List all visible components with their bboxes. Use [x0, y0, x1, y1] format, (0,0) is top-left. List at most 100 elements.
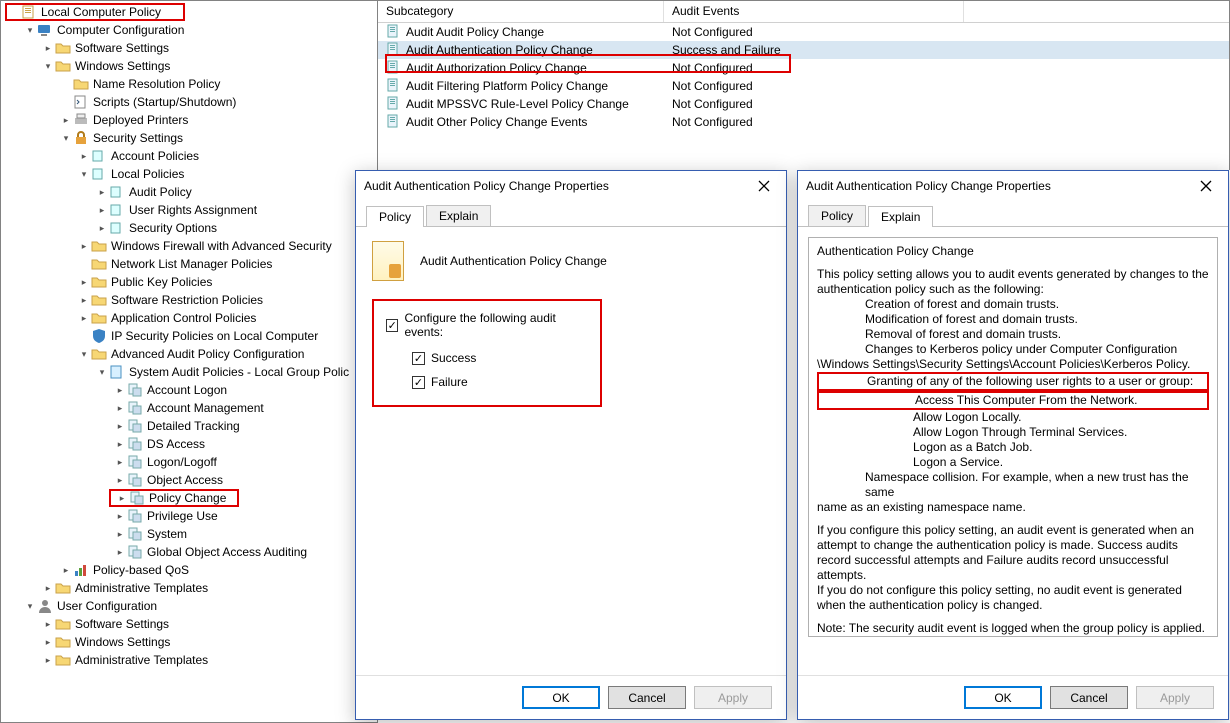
- tree-item-privilege-use[interactable]: ▸Privilege Use: [113, 507, 377, 525]
- tree-toggle[interactable]: ▾: [77, 167, 91, 181]
- close-button[interactable]: [750, 175, 778, 197]
- tab-policy[interactable]: Policy: [366, 206, 424, 227]
- column-header-subcategory[interactable]: Subcategory: [378, 1, 664, 22]
- tree-item-admin-templates[interactable]: ▸Administrative Templates: [41, 579, 377, 597]
- list-row[interactable]: Audit MPSSVC Rule-Level Policy ChangeNot…: [378, 95, 1229, 113]
- tree-item-pubkey[interactable]: ▸Public Key Policies: [77, 273, 377, 291]
- tree-toggle[interactable]: ▸: [77, 293, 91, 307]
- tree-item-sap[interactable]: ▾System Audit Policies - Local Group Pol…: [95, 363, 377, 381]
- tree-item-label: Security Options: [129, 221, 217, 235]
- tree-toggle[interactable]: ▸: [59, 113, 73, 127]
- tree-toggle[interactable]: ▸: [113, 401, 127, 415]
- tab-explain[interactable]: Explain: [868, 206, 933, 227]
- tree-item-security-settings[interactable]: ▾Security Settings: [59, 129, 377, 147]
- tree-item-ipsec[interactable]: ▸IP Security Policies on Local Computer: [77, 327, 377, 345]
- tree-item-policy-change[interactable]: ▸Policy Change: [109, 489, 239, 507]
- tree-item-u-software[interactable]: ▸Software Settings: [41, 615, 377, 633]
- explain-textbox[interactable]: Authentication Policy Change This policy…: [808, 237, 1218, 637]
- tree-item-software-settings[interactable]: ▸Software Settings: [41, 39, 377, 57]
- tree-item-user-configuration[interactable]: ▾User Configuration: [23, 597, 377, 615]
- tree-item-object-access[interactable]: ▸ Object Access: [113, 471, 377, 489]
- tree-item-account-policies[interactable]: ▸Account Policies: [77, 147, 377, 165]
- list-row[interactable]: Audit Other Policy Change EventsNot Conf…: [378, 113, 1229, 131]
- checkbox-configure-events[interactable]: ✓ Configure the following audit events:: [386, 311, 588, 339]
- tree-toggle[interactable]: ▸: [113, 455, 127, 469]
- tree-toggle[interactable]: ▾: [59, 131, 73, 145]
- tree-toggle[interactable]: ▸: [115, 491, 129, 505]
- tree-toggle[interactable]: ▸: [95, 221, 109, 235]
- explain-b1: Creation of forest and domain trusts.: [817, 297, 1209, 312]
- tree-toggle[interactable]: ▸: [113, 473, 127, 487]
- list-row[interactable]: Audit Audit Policy ChangeNot Configured: [378, 23, 1229, 41]
- tree-toggle[interactable]: ▸: [95, 185, 109, 199]
- tree-item-account-logon[interactable]: ▸Account Logon: [113, 381, 377, 399]
- tree-toggle[interactable]: ▸: [41, 617, 55, 631]
- tree-item-ds-access[interactable]: ▸DS Access: [113, 435, 377, 453]
- tree-item-logon-logoff[interactable]: ▸Logon/Logoff: [113, 453, 377, 471]
- tree-item-label: Scripts (Startup/Shutdown): [93, 95, 236, 109]
- tree-toggle[interactable]: ▸: [77, 239, 91, 253]
- tree-toggle[interactable]: ▸: [41, 581, 55, 595]
- tree-item-scripts[interactable]: ▸Scripts (Startup/Shutdown): [59, 93, 377, 111]
- tree-toggle[interactable]: ▸: [41, 635, 55, 649]
- tree-item-adv-audit[interactable]: ▾Advanced Audit Policy Configuration: [77, 345, 377, 363]
- column-header-audit-events[interactable]: Audit Events: [664, 1, 964, 22]
- tree-toggle[interactable]: ▾: [23, 23, 37, 37]
- tree-item-srp[interactable]: ▸Software Restriction Policies: [77, 291, 377, 309]
- tree-toggle[interactable]: ▸: [77, 275, 91, 289]
- dialog-body: Authentication Policy Change This policy…: [798, 227, 1228, 675]
- ok-button[interactable]: OK: [964, 686, 1042, 709]
- checkbox-success[interactable]: ✓ Success: [412, 351, 588, 365]
- tree-toggle[interactable]: ▸: [113, 419, 127, 433]
- checkbox-failure[interactable]: ✓ Failure: [412, 375, 588, 389]
- tree-toggle[interactable]: ▸: [77, 311, 91, 325]
- ok-button[interactable]: OK: [522, 686, 600, 709]
- tree-item-firewall[interactable]: ▸Windows Firewall with Advanced Security: [77, 237, 377, 255]
- tree-item-u-admin[interactable]: ▸Administrative Templates: [41, 651, 377, 669]
- tree-item-computer-configuration[interactable]: ▾ Computer Configuration: [23, 21, 377, 39]
- tree-toggle[interactable]: ▸: [77, 149, 91, 163]
- tree-item-label: Object Access: [147, 473, 223, 487]
- tree-toggle[interactable]: ▾: [23, 599, 37, 613]
- tree-item-local-computer-policy[interactable]: ▸ Local Computer Policy: [5, 3, 185, 21]
- list-row[interactable]: Audit Filtering Platform Policy ChangeNo…: [378, 77, 1229, 95]
- tree-item-local-policies[interactable]: ▾Local Policies: [77, 165, 377, 183]
- tree-toggle[interactable]: ▸: [41, 41, 55, 55]
- close-button[interactable]: [1192, 175, 1220, 197]
- tree-toggle[interactable]: ▸: [113, 383, 127, 397]
- tree-toggle[interactable]: ▸: [59, 563, 73, 577]
- tree-item-u-windows[interactable]: ▸Windows Settings: [41, 633, 377, 651]
- tree-toggle[interactable]: ▸: [113, 509, 127, 523]
- list-cell-name: Audit Authentication Policy Change: [406, 43, 593, 57]
- cancel-button[interactable]: Cancel: [608, 686, 686, 709]
- tree-item-windows-settings[interactable]: ▾Windows Settings: [41, 57, 377, 75]
- tree-item-system[interactable]: ▸System: [113, 525, 377, 543]
- tab-explain[interactable]: Explain: [426, 205, 491, 226]
- tree-item-name-resolution[interactable]: ▸Name Resolution Policy: [59, 75, 377, 93]
- tree-item-global-audit[interactable]: ▸Global Object Access Auditing: [113, 543, 377, 561]
- tree-toggle[interactable]: ▸: [113, 527, 127, 541]
- tree-toggle[interactable]: ▾: [95, 365, 109, 379]
- tree-item-security-options[interactable]: ▸ Security Options: [95, 219, 377, 237]
- tree-toggle[interactable]: ▸: [113, 437, 127, 451]
- tree-item-detailed-tracking[interactable]: ▸Detailed Tracking: [113, 417, 377, 435]
- list-row[interactable]: Audit Authorization Policy ChangeNot Con…: [378, 59, 1229, 77]
- tree-toggle[interactable]: ▸: [41, 653, 55, 667]
- tree-toggle[interactable]: ▾: [77, 347, 91, 361]
- tree-item-deployed-printers[interactable]: ▸Deployed Printers: [59, 111, 377, 129]
- tree-toggle[interactable]: ▸: [113, 545, 127, 559]
- tree-toggle[interactable]: ▾: [41, 59, 55, 73]
- tree-item-qos[interactable]: ▸Policy-based QoS: [59, 561, 377, 579]
- tree-item-account-mgmt[interactable]: ▸Account Management: [113, 399, 377, 417]
- cancel-button[interactable]: Cancel: [1050, 686, 1128, 709]
- tree-item-audit-policy[interactable]: ▸Audit Policy: [95, 183, 377, 201]
- tree-item-user-rights[interactable]: ▸User Rights Assignment: [95, 201, 377, 219]
- tab-policy[interactable]: Policy: [808, 205, 866, 226]
- dialog-title-bar[interactable]: Audit Authentication Policy Change Prope…: [798, 171, 1228, 201]
- tree-toggle[interactable]: ▸: [95, 203, 109, 217]
- dialog-title-bar[interactable]: Audit Authentication Policy Change Prope…: [356, 171, 786, 201]
- tree-item-nlmp[interactable]: ▸Network List Manager Policies: [77, 255, 377, 273]
- checkbox-box-icon: ✓: [412, 376, 425, 389]
- list-row[interactable]: Audit Authentication Policy ChangeSucces…: [378, 41, 1229, 59]
- tree-item-acp[interactable]: ▸Application Control Policies: [77, 309, 377, 327]
